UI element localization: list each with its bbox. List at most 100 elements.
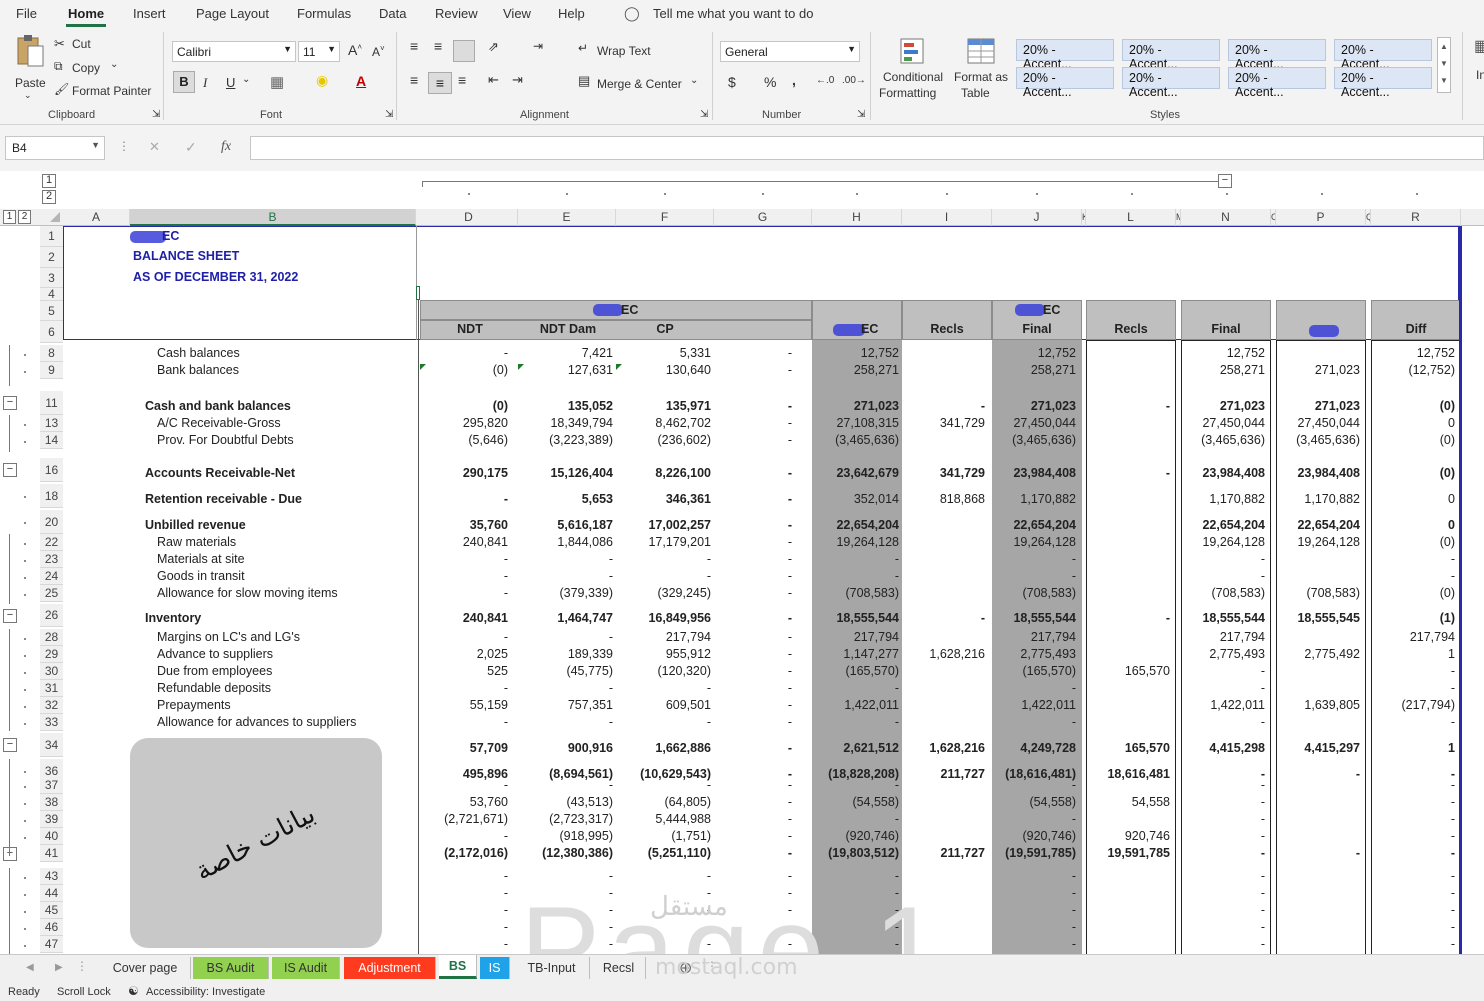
font-name-select[interactable]: Calibri ▼ [172, 41, 296, 62]
cell-j[interactable]: 2,775,493 [986, 646, 1076, 663]
row-group-collapse-button[interactable]: − [3, 608, 17, 623]
styles-scroll[interactable]: ▲ ▼ ▼ [1437, 37, 1451, 93]
cell-n[interactable]: 4,415,298 [1175, 740, 1265, 757]
orientation-icon[interactable]: ⇗ [488, 39, 499, 55]
cell-l[interactable] [1080, 629, 1170, 646]
cell-l[interactable]: 920,746 [1080, 828, 1170, 845]
cell-h[interactable]: 18,555,544 [809, 610, 899, 627]
cell-r[interactable]: - [1365, 919, 1455, 936]
sheet-tab[interactable]: Recsl [592, 957, 646, 979]
cell-d[interactable]: 55,159 [418, 697, 508, 714]
cell-n[interactable]: - [1175, 777, 1265, 794]
cell-g[interactable]: - [702, 845, 792, 862]
cell-r[interactable]: 12,752 [1365, 345, 1455, 362]
sheet-tab[interactable]: IS Audit [272, 957, 340, 979]
row-header[interactable]: 24 [40, 568, 63, 585]
cell-l[interactable]: - [1080, 610, 1170, 627]
cell-f[interactable]: 135,971 [621, 398, 711, 415]
cell-e[interactable]: 1,844,086 [523, 534, 613, 551]
cell-r[interactable]: - [1365, 885, 1455, 902]
cell-d[interactable]: - [418, 885, 508, 902]
cell-j[interactable]: (3,465,636) [986, 432, 1076, 449]
cell-p[interactable] [1270, 680, 1360, 697]
cell-p[interactable]: 27,450,044 [1270, 415, 1360, 432]
cell-r[interactable]: - [1365, 551, 1455, 568]
cell-f[interactable]: 609,501 [621, 697, 711, 714]
cell-f[interactable]: (329,245) [621, 585, 711, 602]
row-header[interactable]: 3 [40, 268, 63, 288]
font-color-icon[interactable]: A [356, 73, 366, 89]
decrease-indent-icon[interactable]: ⇤ [488, 72, 499, 88]
borders-icon[interactable]: ▦ [270, 73, 284, 91]
cell-r[interactable]: (0) [1365, 432, 1455, 449]
row-header[interactable]: 16 [40, 458, 63, 482]
cell-f[interactable]: 130,640 [621, 362, 711, 379]
row-header[interactable]: 26 [40, 604, 63, 627]
cell-i[interactable]: 818,868 [895, 491, 985, 508]
cell-style-3[interactable]: 20% - Accent... [1228, 39, 1326, 71]
cell-h[interactable]: 23,642,679 [809, 465, 899, 482]
cell-d[interactable]: - [418, 828, 508, 845]
cell-style-6[interactable]: 20% - Accent... [1122, 67, 1220, 99]
cell-f[interactable]: 1,662,886 [621, 740, 711, 757]
cell-r[interactable]: - [1365, 794, 1455, 811]
cell-r[interactable]: - [1365, 680, 1455, 697]
cell-f[interactable]: (5,251,110) [621, 845, 711, 862]
align-left-icon[interactable]: ≡ [410, 72, 418, 88]
cell-j[interactable]: - [986, 902, 1076, 919]
outline-level-2-button[interactable]: 2 [42, 190, 56, 204]
cell-e[interactable]: (918,995) [523, 828, 613, 845]
cell-l[interactable]: 19,591,785 [1080, 845, 1170, 862]
cell-d[interactable]: - [418, 629, 508, 646]
cell-d[interactable]: 57,709 [418, 740, 508, 757]
cell-l[interactable] [1080, 568, 1170, 585]
fill-color-icon[interactable]: ◉ [316, 72, 328, 89]
cell-d[interactable]: 240,841 [418, 534, 508, 551]
cell-e[interactable]: - [523, 777, 613, 794]
cell-l[interactable] [1080, 551, 1170, 568]
cell-d[interactable]: (0) [418, 362, 508, 379]
column-header-i[interactable]: I [902, 209, 992, 226]
cell-i[interactable] [895, 714, 985, 731]
row-header[interactable]: 13 [40, 415, 63, 432]
cell-n[interactable]: - [1175, 551, 1265, 568]
cell-j[interactable]: 271,023 [986, 398, 1076, 415]
sheet-tab[interactable]: Adjustment [344, 957, 436, 979]
conditional-formatting-button[interactable]: Conditional Formatting [878, 34, 950, 104]
cell-p[interactable] [1270, 902, 1360, 919]
row-header[interactable]: 23 [40, 551, 63, 568]
tell-me-search[interactable]: Tell me what you want to do [653, 6, 813, 21]
cell-d[interactable]: 35,760 [418, 517, 508, 534]
cell-h[interactable]: (3,465,636) [809, 432, 899, 449]
cell-h[interactable]: 19,264,128 [809, 534, 899, 551]
tabs-more-icon[interactable]: ⋮ [76, 959, 88, 973]
cell-g[interactable]: - [702, 415, 792, 432]
cell-h[interactable]: (165,570) [809, 663, 899, 680]
menu-help[interactable]: Help [558, 6, 585, 21]
cell-g[interactable]: - [702, 534, 792, 551]
column-header-g[interactable]: G [714, 209, 812, 226]
cell-p[interactable] [1270, 828, 1360, 845]
cell-j[interactable]: (19,591,785) [986, 845, 1076, 862]
insert-cells-icon[interactable]: ▦ [1474, 36, 1484, 56]
cell-j[interactable]: 22,654,204 [986, 517, 1076, 534]
cell-j[interactable]: 217,794 [986, 629, 1076, 646]
cell-d[interactable]: - [418, 714, 508, 731]
percent-button[interactable]: % [764, 74, 776, 90]
cell-h[interactable]: 2,621,512 [809, 740, 899, 757]
cell-l[interactable] [1080, 902, 1170, 919]
row-group-collapse-button[interactable]: − [3, 738, 17, 752]
decrease-decimal-icon[interactable]: .00→ [842, 75, 866, 86]
outline-row-level-1-button[interactable]: 1 [3, 210, 16, 224]
cell-n[interactable]: 19,264,128 [1175, 534, 1265, 551]
cell-r[interactable]: - [1365, 777, 1455, 794]
cell-d[interactable]: - [418, 585, 508, 602]
cell-l[interactable] [1080, 345, 1170, 362]
cell-f[interactable]: (236,602) [621, 432, 711, 449]
cell-l[interactable] [1080, 534, 1170, 551]
column-header-l[interactable]: L [1086, 209, 1176, 226]
cell-j[interactable]: (165,570) [986, 663, 1076, 680]
row-header[interactable]: 28 [40, 629, 63, 646]
cell-d[interactable]: 525 [418, 663, 508, 680]
cell-n[interactable]: 258,271 [1175, 362, 1265, 379]
